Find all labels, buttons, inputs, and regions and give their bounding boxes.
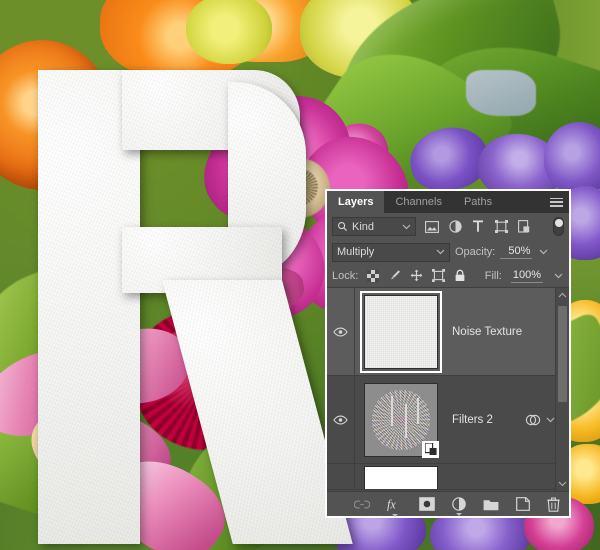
table-row[interactable]: Filters 2: [327, 376, 569, 464]
lock-image-pixels-icon[interactable]: [388, 269, 401, 282]
tab-paths-label: Paths: [463, 196, 493, 208]
eye-icon: [333, 415, 348, 424]
panel-menu-button[interactable]: [543, 191, 569, 213]
eye-icon: [333, 327, 348, 336]
table-row[interactable]: [327, 464, 569, 490]
new-group-button[interactable]: [483, 498, 499, 511]
layer-thumbnail-wrap-partial[interactable]: [364, 466, 438, 489]
thumbnail-streak: [417, 397, 419, 424]
type-layer-filter-icon[interactable]: [471, 220, 485, 234]
tab-channels-label: Channels: [395, 196, 442, 208]
layer-thumbnail-wrap-noise-texture[interactable]: [360, 290, 442, 373]
layers-panel[interactable]: Layers Channels Paths Kind Multiply Opac…: [325, 189, 571, 518]
table-row[interactable]: Noise Texture: [327, 288, 569, 376]
panel-tab-bar: Layers Channels Paths: [327, 191, 569, 213]
blend-mode-value: Multiply: [337, 246, 375, 258]
layer-visibility-toggle-filters-2[interactable]: [327, 376, 355, 463]
layers-bottom-toolbar: fx: [327, 491, 569, 517]
tab-layers-label: Layers: [338, 196, 374, 208]
filter-type-icons: [425, 220, 531, 234]
lock-icon-group: [367, 269, 466, 282]
layer-visibility-toggle-partial[interactable]: [327, 464, 355, 489]
fill-label: Fill:: [484, 269, 502, 282]
smart-object-filter-icon[interactable]: [517, 220, 531, 234]
filter-kind-label: Kind: [352, 220, 375, 233]
magnifier-icon: [337, 221, 348, 232]
tab-layers[interactable]: Layers: [327, 191, 385, 213]
layer-name-label[interactable]: Filters 2: [452, 414, 525, 426]
scrollbar-thumb[interactable]: [558, 306, 567, 402]
layers-vertical-scrollbar[interactable]: [555, 288, 569, 491]
layer-row-actions: [525, 413, 555, 427]
chevron-down-icon[interactable]: [558, 477, 567, 491]
thumbnail-streak: [405, 403, 407, 438]
layer-style-fx-button[interactable]: fx: [387, 497, 402, 517]
smart-filters-icon[interactable]: [525, 413, 541, 427]
hamburger-menu-icon: [549, 197, 563, 207]
chevron-down-icon: [402, 224, 411, 230]
sky-gap-patch: [466, 70, 536, 116]
filter-kind-select[interactable]: Kind: [332, 217, 416, 236]
lock-label: Lock:: [332, 269, 359, 282]
layer-name-label[interactable]: Noise Texture: [452, 326, 555, 338]
opacity-chevron-down-icon[interactable]: [537, 249, 549, 255]
pixel-layer-filter-icon[interactable]: [425, 220, 439, 234]
new-layer-button[interactable]: [516, 497, 530, 511]
blend-mode-bar: Multiply Opacity: 50%: [327, 240, 569, 264]
scrollbar-track[interactable]: [556, 302, 569, 477]
link-layers-button[interactable]: [354, 499, 370, 510]
chevron-down-icon[interactable]: [546, 417, 555, 423]
tab-paths[interactable]: Paths: [452, 191, 504, 213]
lock-all-icon[interactable]: [454, 269, 466, 282]
screenshot-root: Layers Channels Paths Kind Multiply Opac…: [0, 0, 600, 550]
svg-text:fx: fx: [387, 497, 396, 511]
add-layer-mask-button[interactable]: [419, 497, 435, 511]
blend-mode-select[interactable]: Multiply: [332, 242, 450, 262]
lock-transparent-pixels-icon[interactable]: [367, 269, 380, 282]
layer-thumbnail-wrap-filters-2[interactable]: [364, 382, 439, 458]
shape-layer-filter-icon[interactable]: [494, 220, 508, 234]
tab-channels[interactable]: Channels: [384, 191, 453, 213]
lock-artboard-nesting-icon[interactable]: [432, 269, 446, 282]
chevron-up-icon[interactable]: [558, 288, 567, 302]
adjustment-dropdown-caret-icon: [456, 513, 462, 516]
purple-flower-c: [544, 122, 600, 194]
layer-list[interactable]: Noise Texture Filters 2: [327, 288, 569, 491]
layer-thumbnail-noise-texture[interactable]: [364, 294, 438, 369]
filter-enable-toggle[interactable]: [553, 217, 564, 236]
lock-position-icon[interactable]: [410, 269, 423, 282]
opacity-value[interactable]: 50%: [500, 245, 533, 259]
lock-bar: Lock: Fill: 100%: [327, 264, 569, 288]
fill-chevron-down-icon[interactable]: [552, 273, 564, 279]
letter-r-artwork: [22, 22, 353, 544]
layer-filter-bar: Kind: [327, 213, 569, 240]
layer-thumbnail-partial[interactable]: [364, 466, 438, 489]
chevron-down-icon: [436, 249, 445, 255]
fill-value[interactable]: 100%: [510, 269, 543, 283]
smart-object-badge-icon: [422, 440, 439, 458]
fx-dropdown-caret-icon: [391, 513, 398, 517]
adjustment-layer-filter-icon[interactable]: [448, 220, 462, 234]
layer-visibility-toggle-noise-texture[interactable]: [327, 288, 355, 375]
delete-layer-button[interactable]: [547, 496, 560, 512]
thumbnail-streak: [391, 395, 393, 426]
opacity-label: Opacity:: [455, 246, 496, 258]
new-adjustment-layer-button[interactable]: [452, 497, 466, 516]
